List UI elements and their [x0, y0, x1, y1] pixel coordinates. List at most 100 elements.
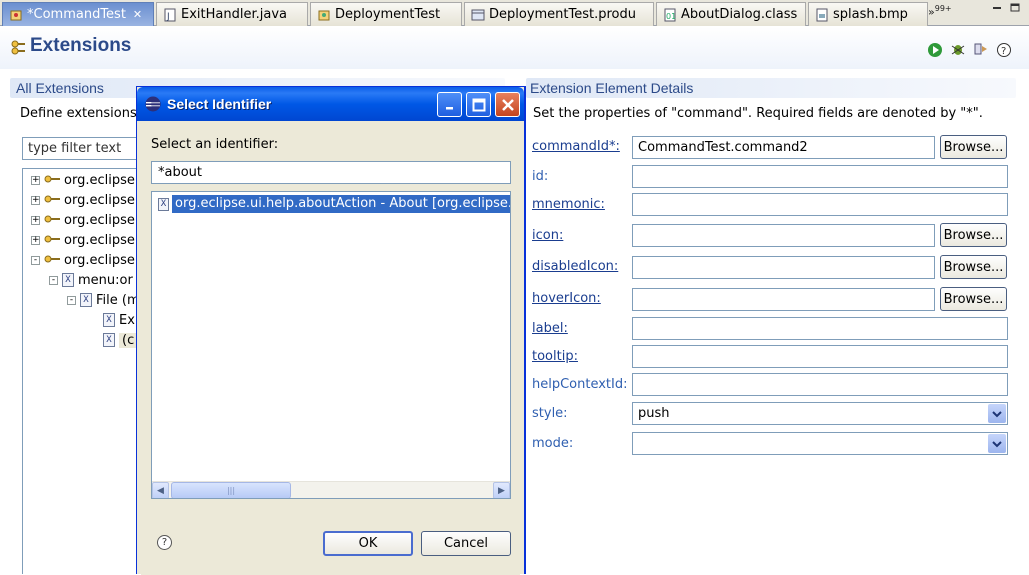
style-label: style:: [532, 406, 568, 421]
browse-disabledicon-button[interactable]: Browse...: [940, 255, 1007, 279]
dialog-body: Select an identifier: *about X org.eclip…: [141, 121, 520, 575]
extension-point-icon: [44, 173, 60, 188]
minimize-icon[interactable]: [992, 3, 1002, 16]
tab-deploymenttest-product[interactable]: DeploymentTest.produ: [464, 2, 654, 26]
tree-node[interactable]: + org.eclipse.: [31, 231, 139, 249]
plugin-icon: [317, 8, 331, 22]
tree-node-label: menu:or: [78, 272, 133, 288]
tree-node[interactable]: + org.eclipse.: [31, 211, 139, 229]
expand-icon[interactable]: +: [31, 195, 40, 205]
list-item[interactable]: X org.eclipse.ui.help.aboutAction - Abou…: [158, 195, 510, 213]
help-icon[interactable]: ?: [157, 535, 172, 550]
cancel-button[interactable]: Cancel: [421, 531, 511, 556]
collapse-icon[interactable]: -: [31, 255, 40, 265]
list-item-label: org.eclipse.ui.help.aboutAction - About …: [172, 195, 510, 213]
browse-icon-button[interactable]: Browse...: [940, 223, 1007, 247]
identifier-search-input[interactable]: *about: [151, 161, 511, 184]
svg-text:J: J: [166, 12, 170, 22]
extensions-tree[interactable]: + org.eclipse. + org.eclipse. + org.ecli…: [22, 168, 142, 574]
mnemonic-field[interactable]: [632, 193, 1008, 216]
maximize-button[interactable]: [466, 92, 491, 117]
style-combo-value: push: [638, 406, 670, 421]
details-title: Extension Element Details: [530, 80, 694, 96]
maximize-icon: [472, 98, 485, 111]
close-icon[interactable]: ✕: [133, 8, 142, 21]
expand-icon[interactable]: +: [31, 215, 40, 225]
dialog-titlebar[interactable]: Select Identifier: [137, 87, 524, 121]
mode-combo[interactable]: [632, 432, 1008, 455]
scroll-right-button[interactable]: ▶: [493, 482, 510, 498]
tree-node-label: (c: [119, 332, 138, 348]
browse-commandid-button[interactable]: Browse...: [940, 135, 1007, 159]
help-icon[interactable]: ?: [996, 42, 1012, 58]
extension-point-icon: [44, 253, 60, 268]
export-icon[interactable]: [973, 41, 989, 57]
svg-text:01: 01: [666, 12, 676, 21]
page-title: Extensions: [30, 35, 132, 56]
collapse-icon[interactable]: -: [67, 295, 76, 305]
tooltip-label[interactable]: tooltip:: [532, 349, 578, 364]
tab-label: splash.bmp: [833, 7, 908, 22]
maximize-icon[interactable]: [1010, 3, 1020, 16]
tab-commandtest[interactable]: *CommandTest ✕: [2, 2, 154, 26]
id-label: id:: [532, 169, 549, 184]
tree-node[interactable]: - org.eclipse.: [31, 251, 139, 269]
tooltip-field[interactable]: [632, 345, 1008, 368]
tab-overflow-button[interactable]: »99+: [928, 4, 952, 19]
tree-node[interactable]: X Ex: [103, 311, 135, 329]
chevron-down-icon[interactable]: [988, 434, 1006, 453]
collapse-icon[interactable]: -: [49, 275, 58, 285]
disabledicon-label[interactable]: disabledIcon:: [532, 259, 618, 274]
dialog-prompt: Select an identifier:: [151, 137, 279, 152]
product-icon: [471, 8, 485, 22]
icon-label[interactable]: icon:: [532, 228, 563, 243]
minimize-button[interactable]: [437, 92, 462, 117]
id-field[interactable]: [632, 165, 1008, 188]
expand-icon[interactable]: +: [31, 235, 40, 245]
tree-node[interactable]: + org.eclipse.: [31, 171, 139, 189]
select-identifier-dialog: Select Identifier Select an identifier: …: [136, 86, 525, 575]
tree-node[interactable]: - X menu:or: [49, 271, 133, 289]
expand-icon[interactable]: +: [31, 175, 40, 185]
tab-aboutdialog-class[interactable]: 01 AboutDialog.class: [656, 2, 806, 26]
identifier-results-list[interactable]: X org.eclipse.ui.help.aboutAction - Abou…: [151, 191, 511, 499]
icon-field[interactable]: [632, 224, 935, 247]
tab-exithandler[interactable]: J ExitHandler.java: [156, 2, 308, 26]
tree-node-label: File (m: [96, 292, 140, 308]
ok-button[interactable]: OK: [323, 531, 413, 556]
tree-node[interactable]: + org.eclipse.: [31, 191, 139, 209]
mnemonic-label[interactable]: mnemonic:: [532, 197, 605, 212]
tab-deploymenttest[interactable]: DeploymentTest: [310, 2, 462, 26]
label-field[interactable]: [632, 317, 1008, 340]
run-icon[interactable]: [927, 42, 943, 58]
tree-node-label: org.eclipse.: [64, 252, 139, 268]
chevron-down-icon[interactable]: [988, 404, 1006, 423]
style-combo[interactable]: push: [632, 402, 1008, 425]
editor-tab-bar: *CommandTest ✕ J ExitHandler.java Deploy…: [0, 0, 1029, 26]
debug-icon[interactable]: [950, 41, 966, 57]
close-button[interactable]: [495, 92, 520, 117]
tab-label: ExitHandler.java: [181, 7, 287, 22]
horizontal-scrollbar[interactable]: ◀ ||| ▶: [152, 481, 510, 498]
commandid-label[interactable]: commandId*:: [532, 139, 620, 154]
tree-node[interactable]: - X File (m: [67, 291, 140, 309]
tree-node-selected[interactable]: X (c: [103, 331, 138, 349]
tree-node-label: Ex: [119, 312, 135, 328]
disabledicon-field[interactable]: [632, 256, 935, 279]
browse-hovericon-button[interactable]: Browse...: [940, 287, 1007, 311]
scroll-thumb[interactable]: |||: [171, 482, 291, 498]
eclipse-icon: [145, 96, 161, 115]
tab-label: DeploymentTest.produ: [489, 7, 637, 22]
tab-splash-bmp[interactable]: splash.bmp: [808, 2, 928, 26]
scroll-left-button[interactable]: ◀: [152, 482, 169, 498]
commandid-field[interactable]: CommandTest.command2: [632, 136, 935, 159]
label-label[interactable]: label:: [532, 321, 568, 336]
class-file-icon: 01: [663, 8, 677, 22]
helpcontextid-label: helpContextId:: [532, 377, 628, 392]
hovericon-label[interactable]: hoverIcon:: [532, 291, 601, 306]
hovericon-field[interactable]: [632, 288, 935, 311]
tab-label: AboutDialog.class: [681, 7, 798, 22]
helpcontextid-field[interactable]: [632, 373, 1008, 396]
filter-input[interactable]: type filter text: [22, 137, 147, 160]
extension-point-icon: [44, 233, 60, 248]
